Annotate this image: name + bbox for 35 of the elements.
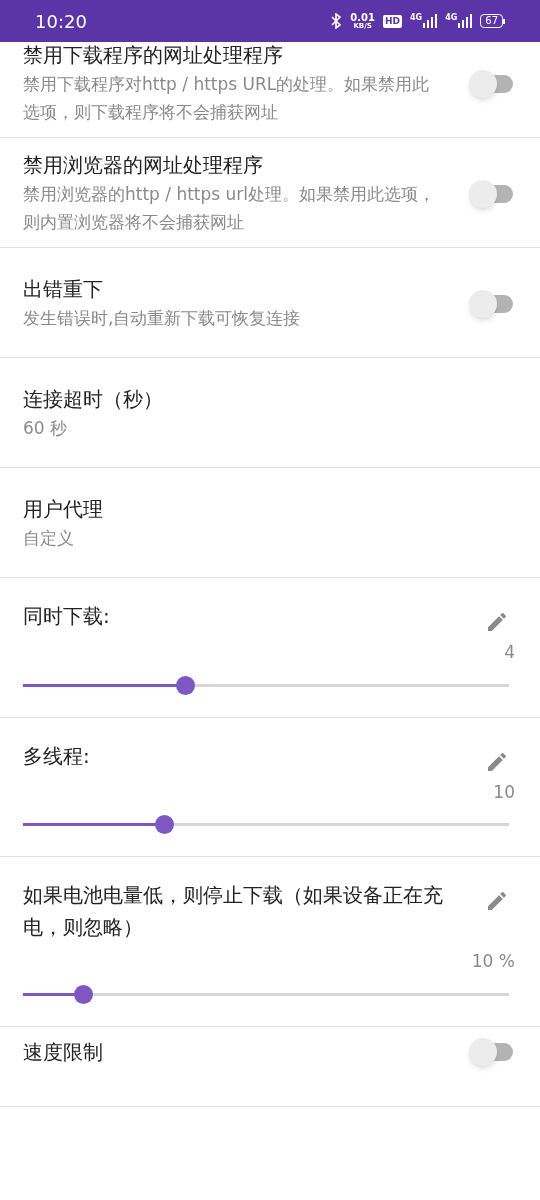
signal-icon	[423, 14, 438, 28]
signal-icon	[458, 14, 473, 28]
toggle-switch[interactable]	[469, 1036, 515, 1065]
battery-icon: 67	[480, 14, 505, 28]
bluetooth-icon	[330, 13, 343, 29]
setting-title[interactable]: 连接超时（秒）	[23, 383, 517, 414]
setting-title: 如果电池电量低，则停止下载（如果设备正在充电，则忽略）	[23, 882, 444, 941]
setting-title[interactable]: 用户代理	[23, 493, 517, 524]
setting-title: 禁用浏览器的网址处理程序	[23, 151, 264, 179]
slider-thumb[interactable]	[175, 675, 195, 695]
setting-description: 禁用下载程序对http / https URL的处理。如果禁用此选项，则下载程序将不会捕获网址	[23, 72, 431, 124]
setting-value: 自定义	[23, 526, 75, 550]
toggle-switch[interactable]	[469, 68, 515, 97]
slider-value: 10	[493, 780, 516, 804]
setting-value: 60 秒	[23, 416, 69, 440]
slider-value: 4	[504, 641, 516, 664]
slider-value: 10 %	[471, 950, 516, 973]
setting-title: 多线程:	[23, 742, 91, 770]
setting-title: 速度限制	[23, 1038, 104, 1066]
toggle-switch[interactable]	[469, 178, 515, 207]
setting-title: 出错重下	[23, 275, 104, 303]
edit-icon[interactable]	[485, 610, 509, 634]
network-type: 4G	[445, 14, 458, 22]
clock: 10:20	[35, 9, 87, 34]
hd-badge: HD	[382, 14, 402, 28]
slider-thumb[interactable]	[154, 815, 174, 834]
setting-description: 发生错误时,自动重新下载可恢复连接	[23, 306, 302, 330]
setting-title: 同时下载:	[23, 603, 111, 630]
network-type: 4G	[410, 14, 423, 22]
network-speed: 0.01	[350, 12, 375, 23]
setting-description: 禁用浏览器的http / https url处理。如果禁用此选项，则内置浏览器将不会捕获网址	[23, 182, 437, 234]
setting-title: 禁用下载程序的网址处理程序	[23, 41, 284, 69]
slider-thumb[interactable]	[74, 984, 94, 1004]
edit-icon[interactable]	[485, 889, 509, 913]
toggle-switch[interactable]	[469, 288, 515, 317]
